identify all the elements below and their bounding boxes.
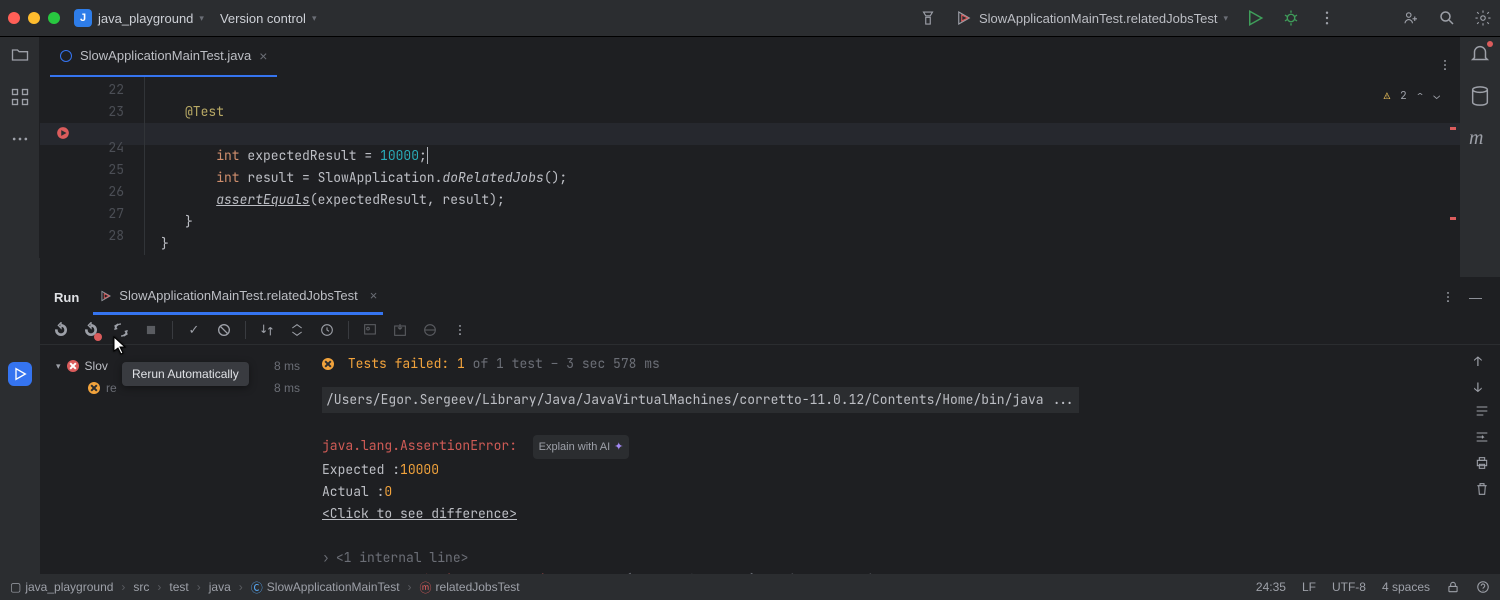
statusbar: ▢java_playground› src› test› java› Ⓒ Slo…	[0, 574, 1500, 600]
console-actual-line: Actual :0	[310, 481, 1500, 503]
chevron-down-icon: ▾	[1223, 13, 1228, 24]
structure-icon[interactable]	[10, 87, 30, 107]
run-config-label: SlowApplicationMainTest.relatedJobsTest	[979, 11, 1217, 26]
close-run-tab[interactable]: ×	[370, 288, 378, 303]
chevron-down-icon[interactable]: ▾	[312, 13, 317, 24]
caret-position[interactable]: 24:35	[1256, 580, 1286, 594]
error-stripe[interactable]	[1450, 217, 1456, 220]
more-toolbar-icon[interactable]	[451, 321, 469, 339]
chevron-down-icon[interactable]: ▾	[56, 361, 61, 372]
toggle-auto-icon[interactable]	[112, 321, 130, 339]
search-icon[interactable]	[1438, 9, 1456, 27]
nav-up-icon[interactable]: ⌃	[1417, 89, 1424, 103]
expand-icon[interactable]	[288, 321, 306, 339]
left-toolbar-lower	[0, 258, 40, 574]
more-icon[interactable]	[10, 129, 30, 149]
scroll-up-icon[interactable]: ↑	[1474, 351, 1490, 367]
minimize-panel-icon[interactable]: —	[1469, 290, 1482, 305]
layout-icon	[421, 321, 439, 339]
notification-dot	[1487, 41, 1493, 47]
file-encoding[interactable]: UTF-8	[1332, 580, 1366, 594]
maximize-window[interactable]	[48, 12, 60, 24]
breadcrumb[interactable]: ▢java_playground› src› test› java› Ⓒ Slo…	[10, 579, 520, 596]
close-tab-icon[interactable]: ×	[259, 48, 267, 64]
java-file-icon	[60, 50, 72, 62]
problems-widget[interactable]: ⚠ 2 ⌃ ⌄	[1384, 89, 1440, 103]
run-config-selector[interactable]: SlowApplicationMainTest.relatedJobsTest …	[955, 9, 1228, 27]
editor-tabs: SlowApplicationMainTest.java ×	[40, 37, 1460, 77]
chevron-down-icon[interactable]: ▾	[199, 13, 204, 24]
editor-tab[interactable]: SlowApplicationMainTest.java ×	[50, 37, 277, 77]
console-path-line: /Users/Egor.Sergeev/Library/Java/JavaVir…	[310, 381, 1500, 413]
run-tab-label: SlowApplicationMainTest.relatedJobsTest	[119, 288, 357, 303]
run-button[interactable]	[1246, 9, 1264, 27]
diff-link[interactable]: <Click to see difference>	[310, 503, 1500, 525]
nav-down-icon[interactable]: ⌄	[1433, 89, 1440, 103]
run-panel-options-icon[interactable]	[1441, 290, 1455, 305]
database-icon[interactable]	[1469, 85, 1491, 107]
history-icon[interactable]	[318, 321, 336, 339]
tests-summary: Tests failed: 1 of 1 test – 3 sec 578 ms	[310, 353, 1500, 375]
line-separator[interactable]: LF	[1302, 580, 1316, 594]
stop-icon	[142, 321, 160, 339]
show-passed-icon[interactable]: ✓	[185, 321, 203, 339]
editor: SlowApplicationMainTest.java × 22 23 24 …	[40, 37, 1460, 277]
clear-icon[interactable]	[1474, 481, 1490, 497]
notifications-icon[interactable]	[1469, 43, 1491, 65]
gutter: 22 23 24 25 26 27 28	[40, 77, 145, 255]
indent-setting[interactable]: 4 spaces	[1382, 580, 1430, 594]
window-controls	[8, 12, 60, 24]
close-window[interactable]	[8, 12, 20, 24]
console[interactable]: Tests failed: 1 of 1 test – 3 sec 578 ms…	[310, 345, 1500, 563]
error-stripe[interactable]	[1450, 127, 1456, 130]
rerun-icon[interactable]	[52, 321, 70, 339]
scroll-to-end-icon[interactable]	[1474, 429, 1490, 445]
folder-icon[interactable]	[10, 45, 30, 65]
format-icon[interactable]	[919, 9, 937, 27]
minimize-window[interactable]	[28, 12, 40, 24]
sort-icon[interactable]	[258, 321, 276, 339]
explain-ai-chip[interactable]: Explain with AI ✦	[533, 435, 630, 459]
problems-count: 2	[1400, 89, 1407, 103]
soft-wrap-icon[interactable]	[1474, 403, 1490, 419]
fail-icon	[322, 358, 334, 370]
fail-icon	[67, 360, 79, 372]
vcs-menu[interactable]: Version control	[220, 11, 306, 26]
tooltip: Rerun Automatically	[122, 362, 249, 386]
debug-button[interactable]	[1282, 9, 1300, 27]
tab-filename: SlowApplicationMainTest.java	[80, 48, 251, 63]
warning-icon: ⚠	[1384, 89, 1391, 103]
export-icon	[391, 321, 409, 339]
console-side-actions: ↑ ↓	[1474, 351, 1490, 497]
left-toolbar	[0, 37, 40, 277]
rerun-failed-icon[interactable]	[82, 321, 100, 339]
run-tool-window-button[interactable]	[8, 362, 32, 386]
console-expected-line: Expected :10000	[310, 459, 1500, 481]
import-icon	[361, 321, 379, 339]
run-panel-header: Run SlowApplicationMainTest.relatedJobsT…	[40, 279, 1500, 315]
scroll-down-icon[interactable]: ↓	[1474, 377, 1490, 393]
fail-icon	[88, 382, 100, 394]
run-panel: Run SlowApplicationMainTest.relatedJobsT…	[40, 278, 1500, 574]
more-actions-icon[interactable]	[1318, 9, 1336, 27]
right-toolbar: m	[1460, 37, 1500, 277]
show-ignored-icon[interactable]	[215, 321, 233, 339]
titlebar: J java_playground ▾ Version control ▾ Sl…	[0, 0, 1500, 37]
project-name[interactable]: java_playground	[98, 11, 193, 26]
m-tool-icon[interactable]: m	[1469, 127, 1491, 149]
code-area[interactable]: 22 23 24 25 26 27 28 @Test public void r…	[40, 77, 1460, 255]
editor-tab-options-icon[interactable]	[1438, 58, 1452, 72]
run-toolbar: ✓	[40, 315, 1500, 345]
info-icon[interactable]	[1476, 580, 1490, 594]
settings-icon[interactable]	[1474, 9, 1492, 27]
collaborate-icon[interactable]	[1402, 9, 1420, 27]
code-lines[interactable]: @Test public void relatedJobsTest() { in…	[145, 77, 1460, 255]
run-title: Run	[54, 290, 79, 305]
project-badge[interactable]: J	[74, 9, 92, 27]
console-fold-line[interactable]: ›<1 internal line>	[310, 547, 1500, 569]
run-tab[interactable]: SlowApplicationMainTest.relatedJobsTest …	[93, 279, 383, 315]
print-icon[interactable]	[1474, 455, 1490, 471]
console-error-line: java.lang.AssertionError: Explain with A…	[310, 435, 1500, 459]
readonly-icon[interactable]	[1446, 580, 1460, 594]
